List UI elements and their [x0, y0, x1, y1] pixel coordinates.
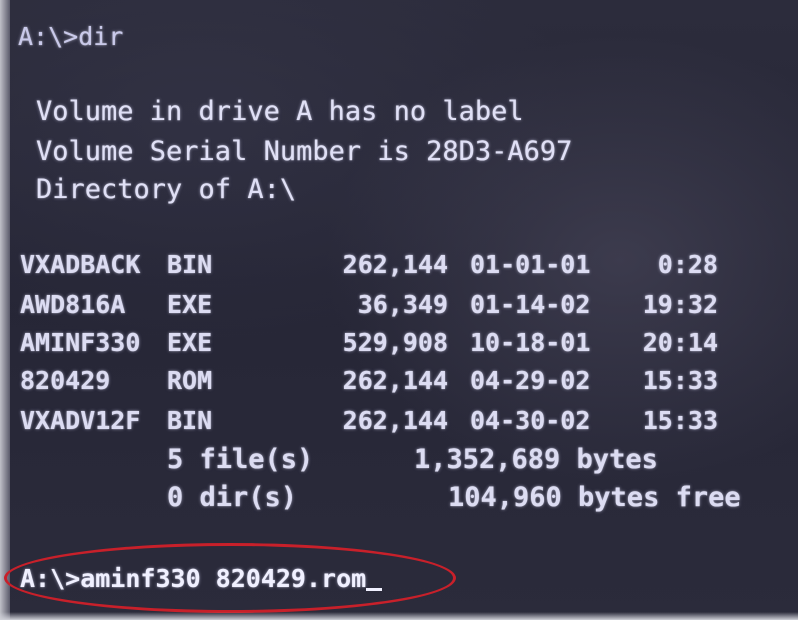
files-total-bytes: 1,352,689 bytes [414, 444, 658, 475]
monitor-bezel-bottom [0, 612, 798, 620]
file-size: 262,144 [342, 406, 448, 435]
files-count: 5 file(s) [167, 444, 314, 475]
monitor-bezel [0, 0, 10, 620]
red-highlight-ellipse [4, 543, 456, 613]
file-date: 01-01-01 [470, 250, 591, 279]
file-extension: EXE [167, 290, 213, 319]
dirs-count: 0 dir(s) [167, 482, 298, 513]
file-extension: BIN [167, 406, 213, 435]
file-size: 529,908 [342, 328, 448, 357]
file-name: AMINF330 [20, 328, 141, 357]
file-size: 262,144 [342, 250, 448, 279]
file-time: 15:33 [642, 406, 718, 435]
file-name: AWD816A [20, 290, 126, 319]
bytes-free: 104,960 bytes free [448, 482, 741, 513]
file-name: 820429 [20, 366, 111, 395]
file-date: 04-29-02 [470, 366, 591, 395]
file-date: 04-30-02 [470, 406, 591, 435]
file-time: 19:32 [642, 290, 718, 319]
dir-command-prompt: A:\>dir [18, 22, 124, 51]
file-time: 15:33 [642, 366, 718, 395]
dos-terminal-screen[interactable]: A:\>dir Volume in drive A has no label V… [0, 0, 798, 620]
volume-serial-line: Volume Serial Number is 28D3-A697 [36, 136, 573, 167]
file-size: 262,144 [342, 366, 448, 395]
file-extension: BIN [167, 250, 213, 279]
file-extension: EXE [167, 328, 213, 357]
file-name: VXADBACK [20, 250, 141, 279]
file-extension: ROM [167, 366, 213, 395]
volume-label-line: Volume in drive A has no label [36, 96, 524, 127]
file-time: 20:14 [642, 328, 718, 357]
file-size: 36,349 [357, 290, 448, 319]
directory-of-line: Directory of A:\ [36, 174, 297, 205]
file-date: 10-18-01 [470, 328, 591, 357]
file-date: 01-14-02 [470, 290, 591, 319]
file-time: 0:28 [657, 250, 718, 279]
file-name: VXADV12F [20, 406, 141, 435]
